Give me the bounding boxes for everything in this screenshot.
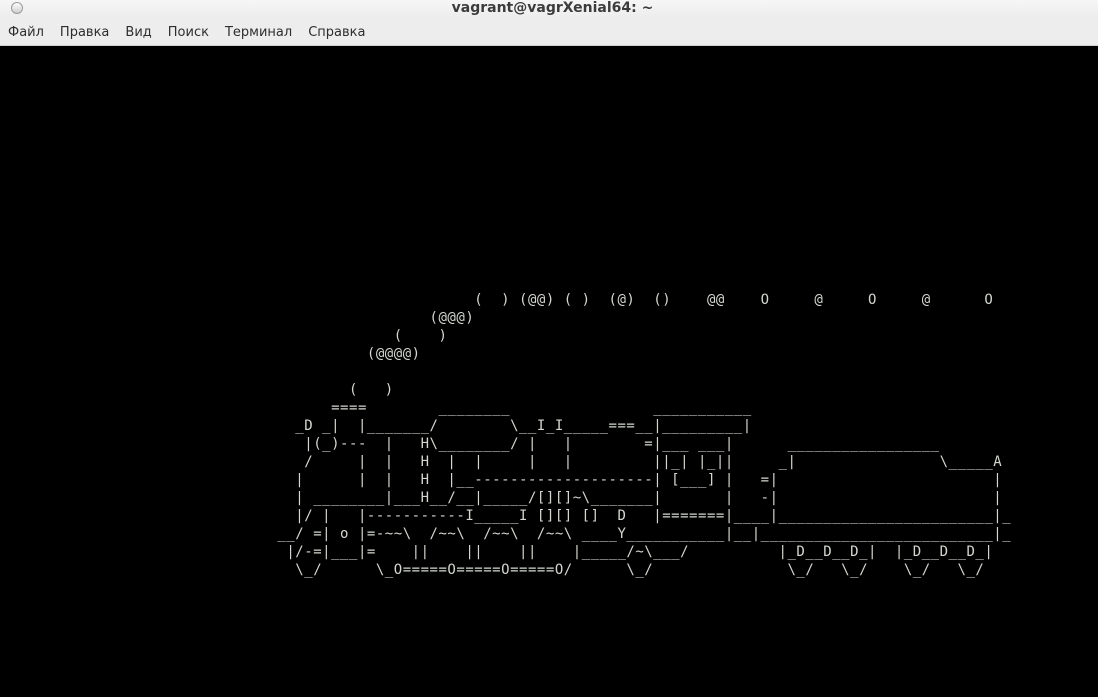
window-title: vagrant@vagrXenial64: ~ <box>451 0 654 16</box>
terminal-line: _D _| |_______/ \__I_I_____===__|_______… <box>0 418 752 434</box>
terminal-line: __/ =| o |=-~~\ /~~\ /~~\ /~~\ ____Y____… <box>0 526 1012 542</box>
menu-file[interactable]: Файл <box>0 19 52 46</box>
terminal-line: (@@@) <box>0 310 475 326</box>
terminal-line: ( ) (@@) ( ) (@) () @@ O @ O @ O <box>0 292 994 308</box>
menu-terminal[interactable]: Терминал <box>217 19 300 46</box>
menu-search[interactable]: Поиск <box>160 19 217 46</box>
terminal-line: ( ) <box>0 328 448 344</box>
terminal-line: |/-=|___|= || || || |_____/~\___/ |_D__D… <box>0 544 994 560</box>
terminal-line: | ________|___H__/__|_____/[][]~\_______… <box>0 490 1003 506</box>
menu-edit[interactable]: Правка <box>52 19 117 46</box>
terminal-line: | | | H |__--------------------| [___] |… <box>0 472 1003 488</box>
menu-view[interactable]: Вид <box>117 19 159 46</box>
title-bar: vagrant@vagrXenial64: ~ <box>0 0 1098 19</box>
terminal-screen[interactable]: ( ) (@@) ( ) (@) () @@ O @ O @ O (@@@) (… <box>0 46 1098 697</box>
terminal-output: ( ) (@@) ( ) (@) () @@ O @ O @ O (@@@) (… <box>0 291 1011 579</box>
terminal-line: / | | H | | | | ||_| |_|| _| \_____A <box>0 454 1003 470</box>
menu-help[interactable]: Справка <box>300 19 373 46</box>
terminal-line: |(_)--- | H\________/ | | =|___ ___| ___… <box>0 436 940 452</box>
terminal-line: ( ) <box>0 382 394 398</box>
terminal-line: |/ | |-----------I_____I [][] [] D |====… <box>0 508 1012 524</box>
menu-bar: Файл Правка Вид Поиск Терминал Справка <box>0 19 1098 46</box>
terminal-line: ==== ________ ___________ <box>0 400 752 416</box>
terminal-line: (@@@@) <box>0 346 421 362</box>
terminal-line: \_/ \_O=====O=====O=====O/ \_/ \_/ \_/ \… <box>0 562 985 578</box>
